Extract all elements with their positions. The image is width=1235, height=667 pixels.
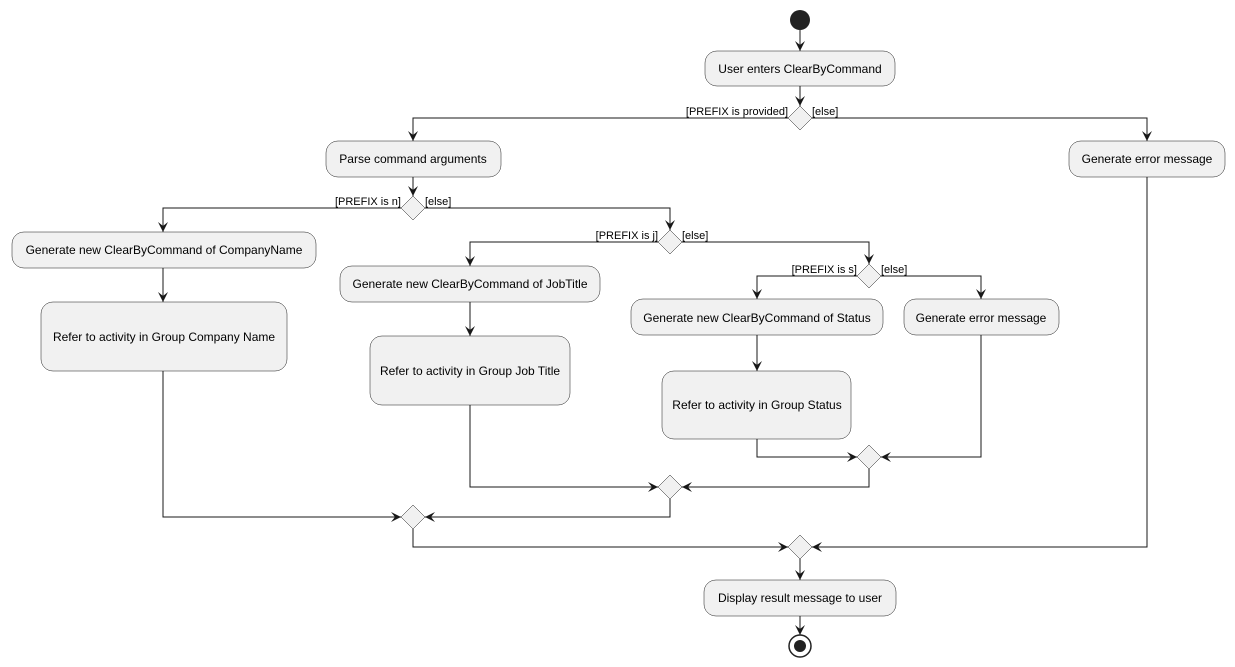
guard-label: [else] — [812, 106, 838, 118]
activity-ref-status: Refer to activity in Group Status — [661, 370, 852, 440]
merge-node — [657, 474, 683, 500]
end-node — [788, 634, 812, 658]
guard-label: [PREFIX is provided] — [686, 106, 788, 118]
svg-text:Parse command arguments: Parse command arguments — [339, 152, 486, 166]
activity-display-result: Display result message to user — [703, 579, 897, 617]
svg-text:User enters ClearByCommand: User enters ClearByCommand — [718, 62, 881, 76]
start-node — [790, 10, 810, 30]
activity-diagram: User enters ClearByCommand [PREFIX is pr… — [11, 10, 1226, 658]
merge-node — [400, 504, 426, 530]
activity-user-enters: User enters ClearByCommand — [704, 50, 896, 87]
svg-text:Refer to activity in Group Com: Refer to activity in Group Company Name — [53, 330, 275, 344]
guard-label: [PREFIX is n] — [335, 196, 401, 208]
svg-text:Generate error message: Generate error message — [916, 311, 1047, 325]
decision-prefix-provided — [787, 105, 813, 131]
merge-node — [856, 444, 882, 470]
decision-prefix-j — [657, 229, 683, 255]
merge-node — [787, 534, 813, 560]
svg-text:Refer to activity in Group Sta: Refer to activity in Group Status — [672, 398, 841, 412]
decision-prefix-n — [400, 195, 426, 221]
activity-error-inner: Generate error message — [903, 298, 1060, 336]
guard-label: [else] — [682, 230, 708, 242]
activity-parse-args: Parse command arguments — [325, 140, 502, 178]
guard-label: [PREFIX is j] — [596, 230, 658, 242]
activity-new-company: Generate new ClearByCommand of CompanyNa… — [11, 231, 317, 269]
activity-error-top: Generate error message — [1068, 140, 1226, 178]
guard-label: [else] — [881, 264, 907, 276]
svg-text:Generate new ClearByCommand of: Generate new ClearByCommand of CompanyNa… — [26, 243, 303, 257]
activity-ref-jobtitle: Refer to activity in Group Job Title — [369, 335, 571, 406]
svg-text:Generate error message: Generate error message — [1082, 152, 1213, 166]
svg-text:Generate new ClearByCommand of: Generate new ClearByCommand of Status — [643, 311, 870, 325]
activity-new-jobtitle: Generate new ClearByCommand of JobTitle — [339, 265, 601, 303]
activity-new-status: Generate new ClearByCommand of Status — [630, 298, 884, 336]
svg-text:Display result message to user: Display result message to user — [718, 591, 882, 605]
guard-label: [else] — [425, 196, 451, 208]
decision-prefix-s — [856, 263, 882, 289]
guard-label: [PREFIX is s] — [792, 264, 857, 276]
svg-text:Refer to activity in Group Job: Refer to activity in Group Job Title — [380, 364, 560, 378]
activity-ref-company: Refer to activity in Group Company Name — [40, 301, 288, 372]
svg-text:Generate new ClearByCommand of: Generate new ClearByCommand of JobTitle — [353, 277, 588, 291]
